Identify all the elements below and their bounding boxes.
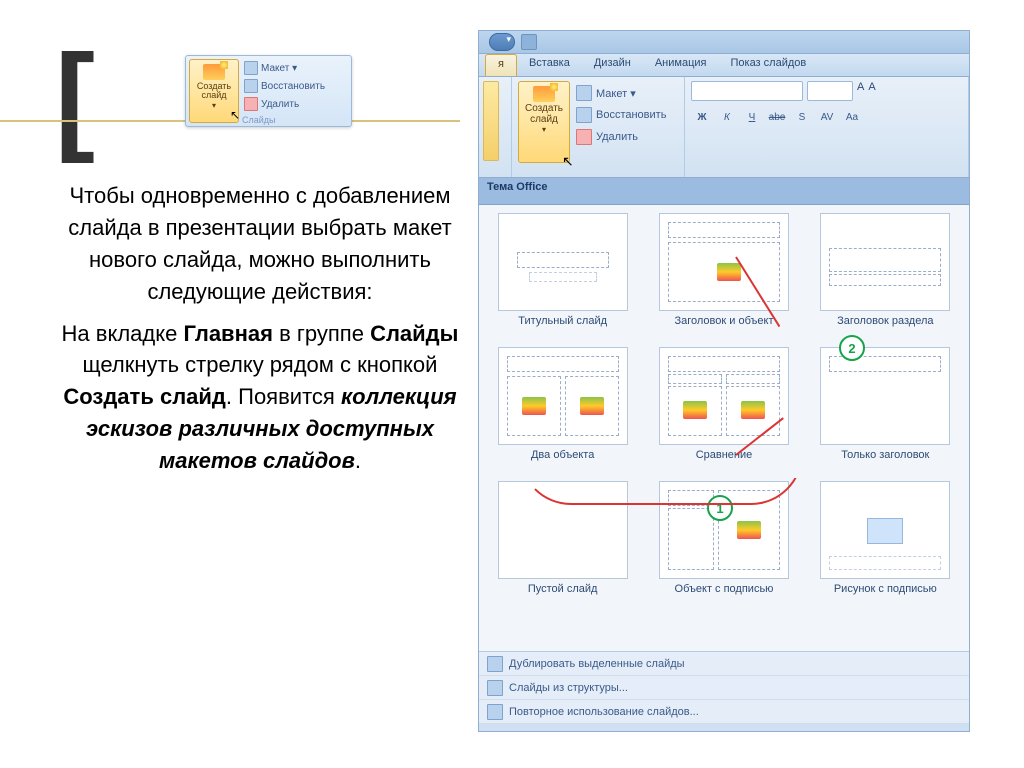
layout-button-small[interactable]: Макет ▾ bbox=[242, 60, 349, 76]
delete-button[interactable]: Удалить bbox=[576, 127, 666, 147]
case-button[interactable]: Aa bbox=[841, 107, 863, 127]
powerpoint-panel: я Вставка Дизайн Анимация Показ слайдов … bbox=[478, 30, 970, 732]
shrink-font-button[interactable]: A bbox=[868, 81, 875, 101]
cursor-icon: ↖ bbox=[562, 153, 574, 170]
strike-button[interactable]: abe bbox=[766, 107, 788, 127]
new-slide-icon bbox=[203, 64, 225, 80]
layout-section-header[interactable]: Заголовок раздела bbox=[808, 213, 963, 341]
layout-icon bbox=[244, 61, 258, 75]
layout-picture-caption[interactable]: Рисунок с подписью bbox=[808, 481, 963, 609]
qat-icon[interactable] bbox=[521, 34, 537, 50]
layout-icon bbox=[576, 85, 592, 101]
new-slide-button[interactable]: Создатьслайд ▾ bbox=[518, 81, 570, 163]
tab-home[interactable]: я bbox=[485, 54, 517, 76]
gallery-footer: Дублировать выделенные слайды Слайды из … bbox=[479, 651, 969, 724]
tab-slideshow[interactable]: Показ слайдов bbox=[718, 54, 818, 76]
underline-button[interactable]: Ч bbox=[741, 107, 763, 127]
outline-icon bbox=[487, 680, 503, 696]
tab-animation[interactable]: Анимация bbox=[643, 54, 719, 76]
ribbon-group-slides: Создатьслайд ▾ Макет ▾ Восстановить Удал… bbox=[512, 77, 685, 177]
layout-title-only[interactable]: Только заголовок bbox=[808, 347, 963, 475]
undo-button[interactable] bbox=[489, 33, 515, 51]
delete-button-small[interactable]: Удалить bbox=[242, 96, 349, 112]
font-size-select[interactable] bbox=[807, 81, 853, 101]
tab-design[interactable]: Дизайн bbox=[582, 54, 643, 76]
ribbon-group-font: A A Ж К Ч abe S AV Aa bbox=[685, 77, 969, 177]
callout-2: 2 bbox=[839, 335, 865, 361]
cursor-icon: ↖ bbox=[230, 108, 240, 122]
chevron-down-icon[interactable]: ▾ bbox=[519, 125, 569, 134]
paragraph-1: Чтобы одновременно с добавлением слайда … bbox=[55, 180, 465, 308]
delete-icon bbox=[244, 97, 258, 111]
callout-curve-1 bbox=[519, 453, 803, 505]
paragraph-2: На вкладке Главная в группе Слайды щелкн… bbox=[55, 318, 465, 477]
spacing-button[interactable]: AV bbox=[816, 107, 838, 127]
reset-icon bbox=[244, 79, 258, 93]
gallery-header: Тема Office bbox=[479, 178, 969, 205]
ribbon-small-inset: Создатьслайд ▾ Макет ▾ Восстановить Удал… bbox=[185, 55, 352, 127]
clipboard-icon[interactable] bbox=[483, 81, 499, 161]
layout-title-slide[interactable]: Титульный слайд bbox=[485, 213, 640, 341]
layout-title-content[interactable]: Заголовок и объект bbox=[646, 213, 801, 341]
layout-gallery: Титульный слайд Заголовок и объект Загол… bbox=[479, 205, 969, 651]
shadow-button[interactable]: S bbox=[791, 107, 813, 127]
ribbon-group-clipboard bbox=[479, 77, 512, 177]
italic-button[interactable]: К bbox=[716, 107, 738, 127]
reset-icon bbox=[576, 107, 592, 123]
tab-insert[interactable]: Вставка bbox=[517, 54, 582, 76]
group-label-small: Слайды bbox=[242, 115, 276, 125]
ribbon-tabs: я Вставка Дизайн Анимация Показ слайдов bbox=[479, 54, 969, 77]
new-slide-icon bbox=[533, 86, 555, 102]
quick-access-toolbar bbox=[479, 31, 969, 54]
reset-button-small[interactable]: Восстановить bbox=[242, 78, 349, 94]
font-style-row: Ж К Ч abe S AV Aa bbox=[691, 107, 911, 127]
reset-button[interactable]: Восстановить bbox=[576, 105, 666, 125]
font-family-select[interactable] bbox=[691, 81, 803, 101]
duplicate-slides-cmd[interactable]: Дублировать выделенные слайды bbox=[479, 652, 969, 676]
ribbon-home: Создатьслайд ▾ Макет ▾ Восстановить Удал… bbox=[479, 77, 969, 178]
layout-button[interactable]: Макет ▾ bbox=[576, 83, 666, 103]
slides-from-outline-cmd[interactable]: Слайды из структуры... bbox=[479, 676, 969, 700]
instruction-text: Чтобы одновременно с добавлением слайда … bbox=[55, 180, 465, 477]
duplicate-icon bbox=[487, 656, 503, 672]
delete-icon bbox=[576, 129, 592, 145]
bracket-left: [ bbox=[55, 28, 95, 166]
reuse-icon bbox=[487, 704, 503, 720]
bold-button[interactable]: Ж bbox=[691, 107, 713, 127]
reuse-slides-cmd[interactable]: Повторное использование слайдов... bbox=[479, 700, 969, 724]
grow-font-button[interactable]: A bbox=[857, 81, 864, 101]
